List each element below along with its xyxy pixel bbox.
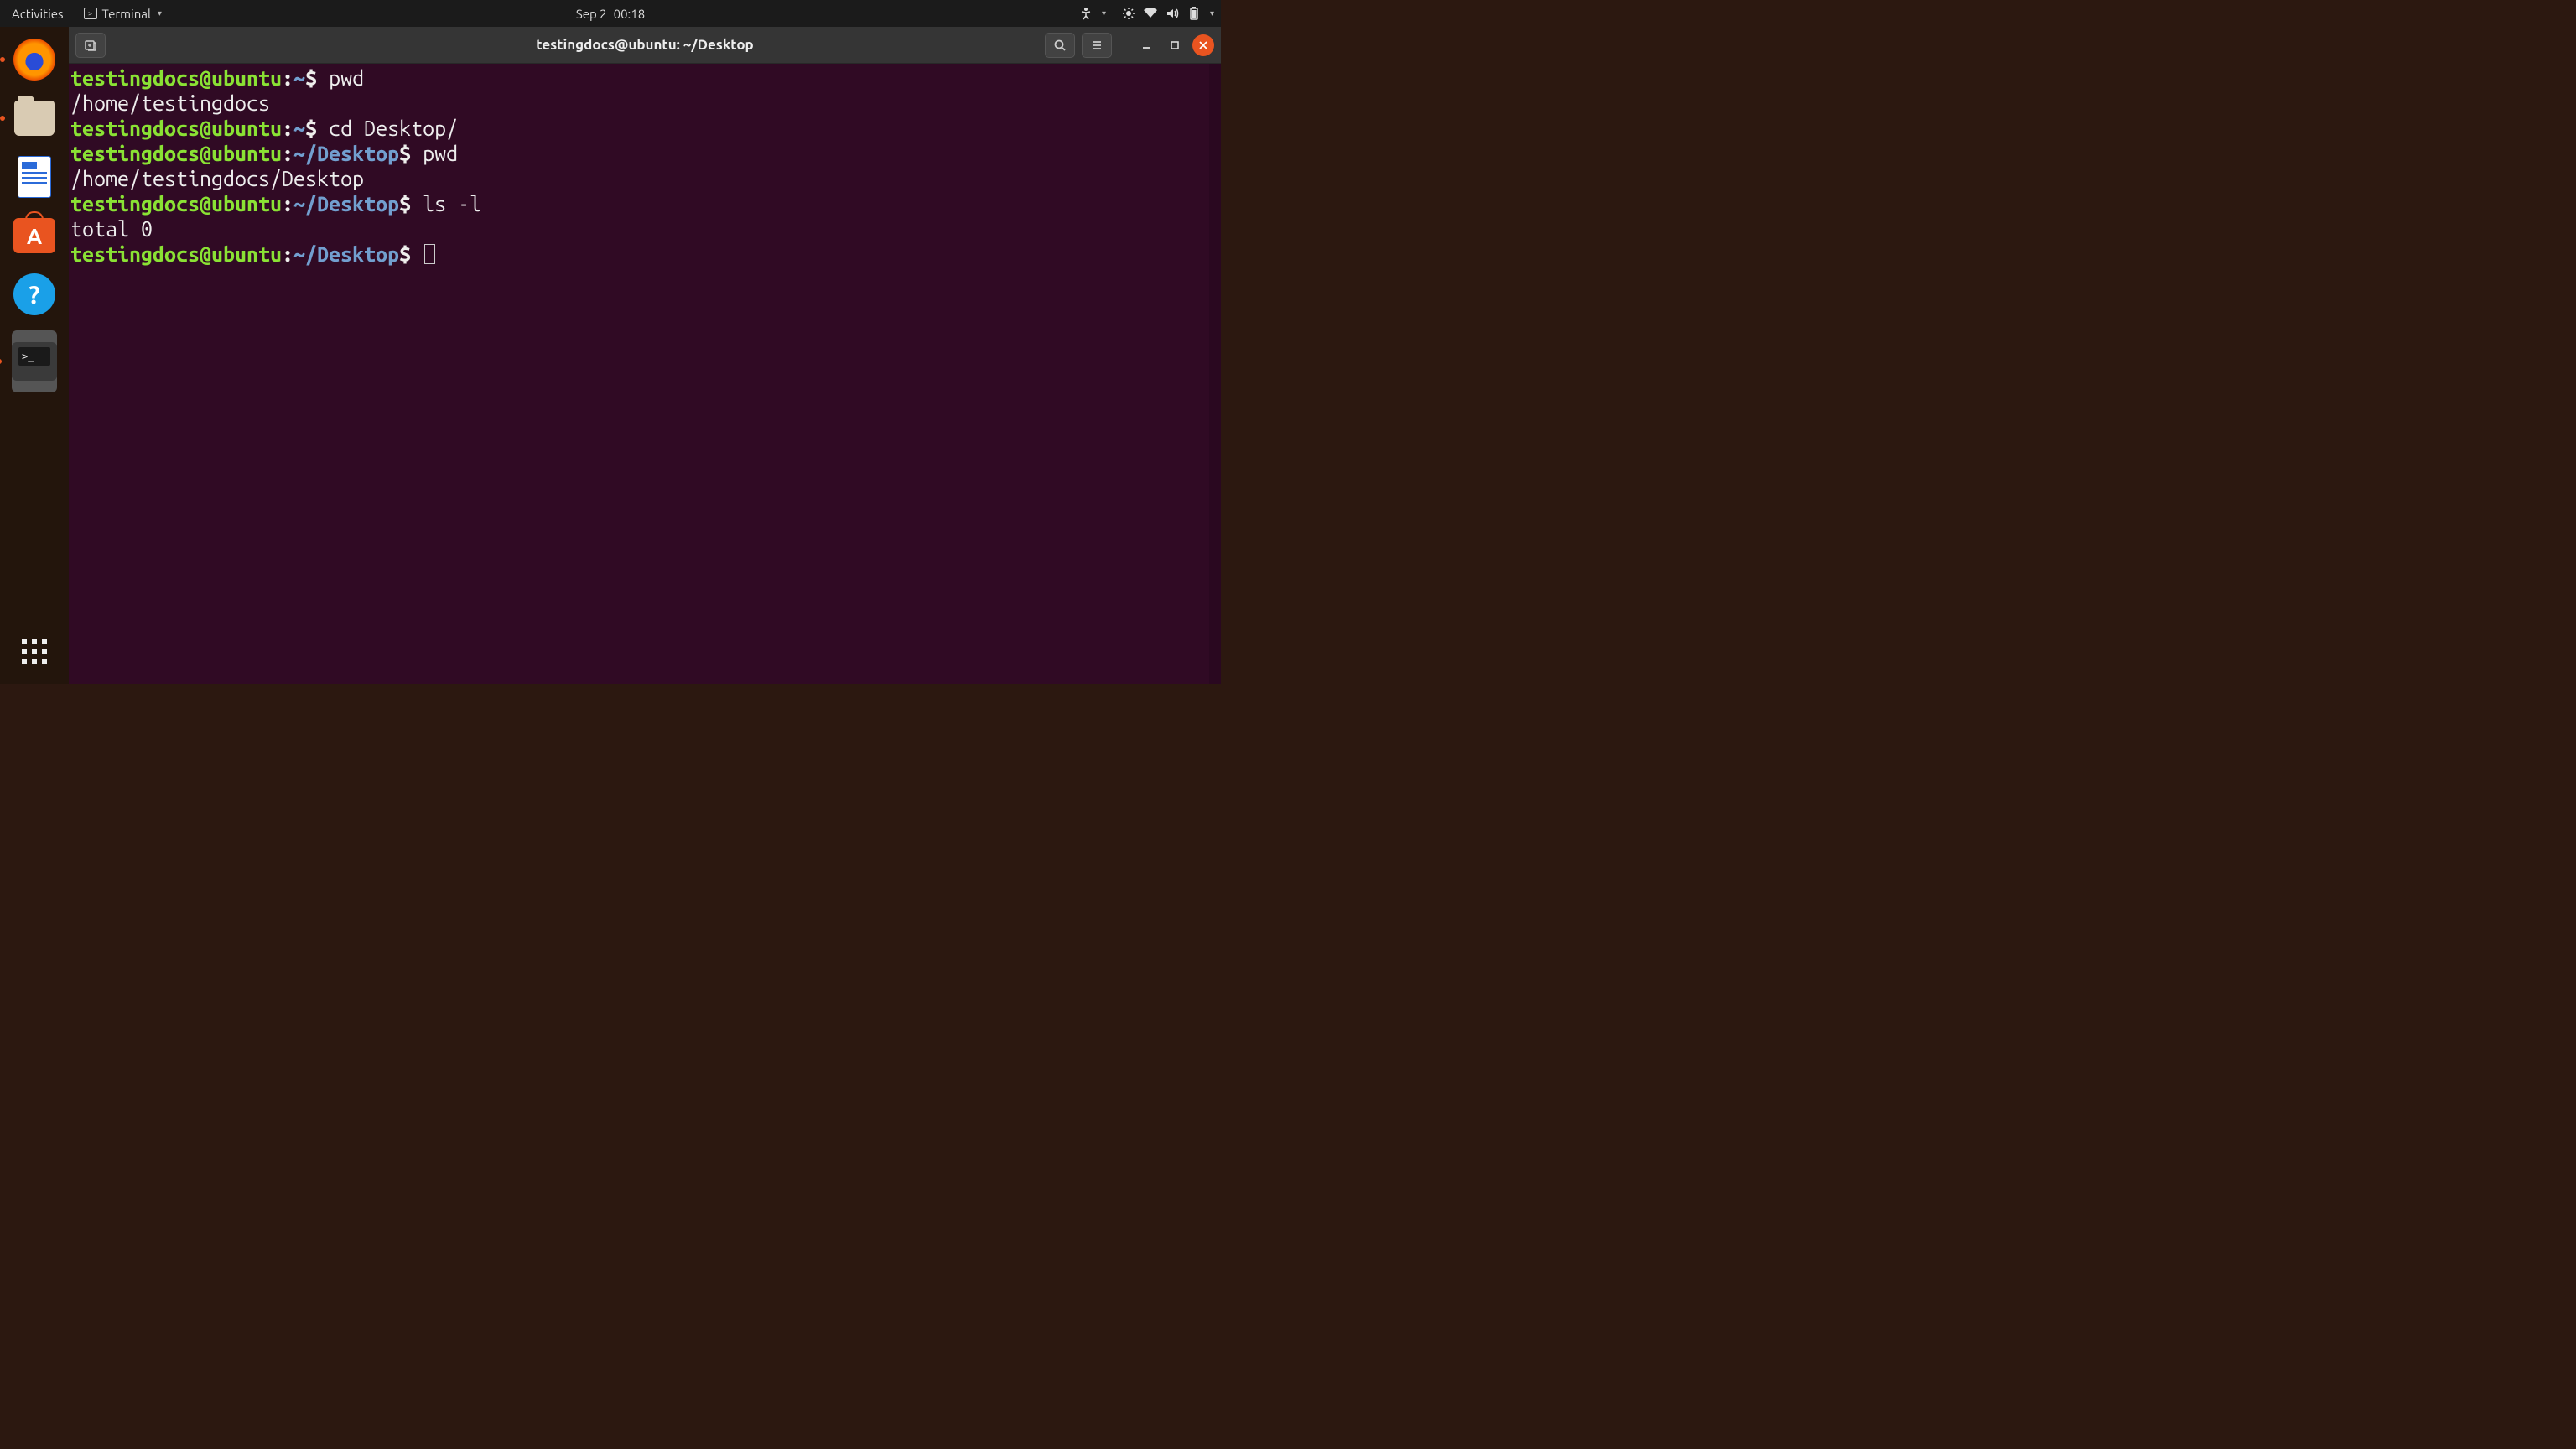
wifi-icon bbox=[1143, 6, 1158, 21]
terminal-output-line: /home/testingdocs/Desktop bbox=[70, 166, 1221, 191]
help-icon: ? bbox=[13, 273, 55, 315]
dock-libreoffice-writer[interactable] bbox=[12, 154, 57, 200]
date-label: Sep 2 bbox=[576, 7, 607, 21]
dock-files[interactable] bbox=[12, 96, 57, 141]
hamburger-menu-button[interactable] bbox=[1082, 33, 1112, 58]
activities-button[interactable]: Activities bbox=[7, 7, 69, 21]
terminal-prompt-line: testingdocs@ubuntu:~/Desktop$ pwd bbox=[70, 141, 1221, 166]
software-icon: A bbox=[13, 218, 55, 253]
maximize-button[interactable] bbox=[1164, 34, 1186, 56]
show-applications-button[interactable] bbox=[22, 639, 47, 664]
terminal-prompt-line: testingdocs@ubuntu:~/Desktop$ ls -l bbox=[70, 191, 1221, 216]
clock[interactable]: Sep 2 00:18 bbox=[576, 7, 645, 21]
terminal-small-icon bbox=[84, 8, 97, 19]
minimize-button[interactable] bbox=[1135, 34, 1157, 56]
gnome-topbar: Activities Terminal ▾ Sep 2 00:18 ▾ bbox=[0, 0, 1221, 27]
running-indicator bbox=[0, 359, 2, 364]
dock-help[interactable]: ? bbox=[12, 272, 57, 317]
dock-terminal[interactable]: >_ bbox=[12, 330, 57, 392]
terminal-cursor bbox=[424, 244, 435, 264]
chevron-down-icon: ▾ bbox=[158, 8, 162, 18]
terminal-window: testingdocs@ubuntu: ~/Desktop testingdoc… bbox=[69, 27, 1221, 684]
chevron-down-icon: ▾ bbox=[1102, 8, 1106, 18]
files-icon bbox=[14, 101, 55, 136]
scrollbar[interactable] bbox=[1209, 64, 1221, 684]
time-label: 00:18 bbox=[614, 7, 646, 21]
brightness-icon bbox=[1121, 6, 1136, 21]
system-menu[interactable]: ▾ bbox=[1121, 6, 1214, 21]
terminal-prompt-line: testingdocs@ubuntu:~/Desktop$ bbox=[70, 242, 1221, 267]
titlebar: testingdocs@ubuntu: ~/Desktop bbox=[69, 27, 1221, 64]
search-button[interactable] bbox=[1045, 33, 1075, 58]
terminal-output-line: /home/testingdocs bbox=[70, 91, 1221, 116]
accessibility-icon bbox=[1078, 6, 1093, 21]
chevron-down-icon: ▾ bbox=[1210, 8, 1214, 18]
terminal-viewport[interactable]: testingdocs@ubuntu:~$ pwd/home/testingdo… bbox=[69, 64, 1221, 684]
writer-icon bbox=[18, 156, 51, 198]
running-indicator bbox=[0, 116, 5, 121]
close-button[interactable] bbox=[1192, 34, 1214, 56]
terminal-prompt-line: testingdocs@ubuntu:~$ cd Desktop/ bbox=[70, 116, 1221, 141]
battery-icon bbox=[1187, 6, 1202, 21]
new-tab-button[interactable] bbox=[75, 33, 106, 58]
accessibility-menu[interactable]: ▾ bbox=[1078, 6, 1106, 21]
firefox-icon bbox=[13, 39, 55, 80]
window-title: testingdocs@ubuntu: ~/Desktop bbox=[536, 37, 753, 53]
dock-ubuntu-software[interactable]: A bbox=[12, 213, 57, 258]
volume-icon bbox=[1165, 6, 1180, 21]
dock: A ? >_ bbox=[0, 27, 69, 684]
terminal-output-line: total 0 bbox=[70, 216, 1221, 242]
app-menu-label: Terminal bbox=[102, 7, 151, 21]
terminal-icon: >_ bbox=[12, 342, 57, 381]
terminal-prompt-line: testingdocs@ubuntu:~$ pwd bbox=[70, 65, 1221, 91]
dock-firefox[interactable] bbox=[12, 37, 57, 82]
app-menu[interactable]: Terminal ▾ bbox=[84, 7, 162, 21]
running-indicator bbox=[0, 57, 5, 62]
